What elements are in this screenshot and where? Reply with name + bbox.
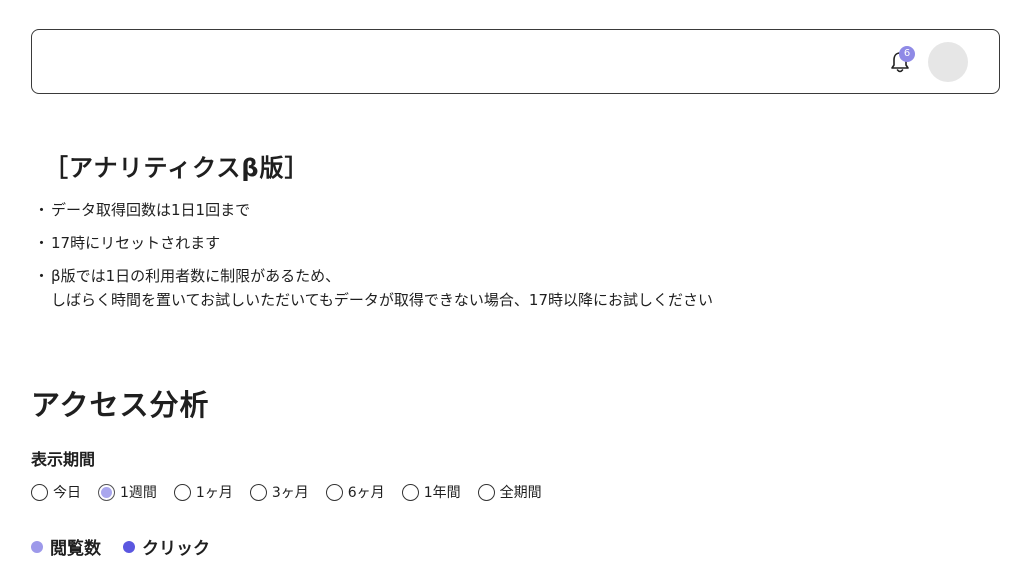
- period-option-1week[interactable]: 1週間: [98, 482, 157, 502]
- notification-badge: 6: [899, 46, 915, 62]
- notice-item: ・ 17時にリセットされます: [34, 231, 713, 255]
- period-label: 表示期間: [31, 450, 96, 469]
- period-option-label: 3ヶ月: [271, 485, 309, 501]
- notification-button[interactable]: 6: [887, 46, 915, 75]
- radio-button[interactable]: [401, 483, 419, 501]
- period-option-label: 1ヶ月: [195, 485, 233, 501]
- period-option-6months[interactable]: 6ヶ月: [325, 482, 385, 502]
- period-radio-group: 今日 1週間 1ヶ月 3ヶ月 6ヶ月 1年間 全期間: [31, 482, 559, 502]
- radio-button[interactable]: [249, 483, 267, 501]
- period-option-label: 今日: [53, 485, 81, 501]
- period-option-1year[interactable]: 1年間: [401, 482, 461, 502]
- legend-label: クリック: [142, 539, 210, 559]
- radio-button[interactable]: [325, 483, 343, 501]
- period-option-label: 1年間: [423, 485, 461, 501]
- period-option-label: 6ヶ月: [347, 485, 385, 501]
- notice-item-text: データ取得回数は1日1回まで: [51, 201, 251, 219]
- period-option-3months[interactable]: 3ヶ月: [249, 482, 309, 502]
- legend-item-clicks: クリック: [123, 534, 210, 559]
- period-option-label: 全期間: [499, 485, 542, 501]
- chart-legend: 閲覧数 クリック: [31, 534, 232, 559]
- legend-swatch-clicks: [123, 540, 135, 553]
- notice-title: ［アナリティクスβ版］: [44, 154, 310, 182]
- period-option-all[interactable]: 全期間: [477, 482, 542, 502]
- period-option-today[interactable]: 今日: [31, 482, 81, 502]
- analytics-title: アクセス分析: [31, 388, 210, 422]
- notice-list: ・ データ取得回数は1日1回まで ・ 17時にリセットされます ・ β版では1日…: [34, 198, 713, 321]
- notice-item: ・ β版では1日の利用者数に制限があるため、 しばらく時間を置いてお試しいただい…: [34, 264, 713, 312]
- radio-button-selected[interactable]: [98, 483, 115, 501]
- notice-item: ・ データ取得回数は1日1回まで: [34, 198, 713, 222]
- bullet: ・: [34, 201, 50, 219]
- legend-label: 閲覧数: [50, 539, 101, 559]
- bullet: ・: [34, 234, 50, 252]
- radio-button[interactable]: [477, 483, 495, 501]
- legend-swatch-views: [31, 540, 43, 553]
- period-option-1month[interactable]: 1ヶ月: [173, 482, 233, 502]
- notice-item-text: β版では1日の利用者数に制限があるため、 しばらく時間を置いてお試しいただいても…: [51, 267, 713, 309]
- top-header: 6: [31, 29, 1000, 94]
- period-option-label: 1週間: [120, 485, 157, 501]
- radio-button[interactable]: [31, 483, 48, 501]
- bullet: ・: [34, 267, 50, 285]
- avatar[interactable]: [928, 42, 968, 82]
- notice-item-text: 17時にリセットされます: [51, 234, 221, 252]
- legend-item-views: 閲覧数: [31, 534, 101, 559]
- radio-button[interactable]: [173, 483, 191, 501]
